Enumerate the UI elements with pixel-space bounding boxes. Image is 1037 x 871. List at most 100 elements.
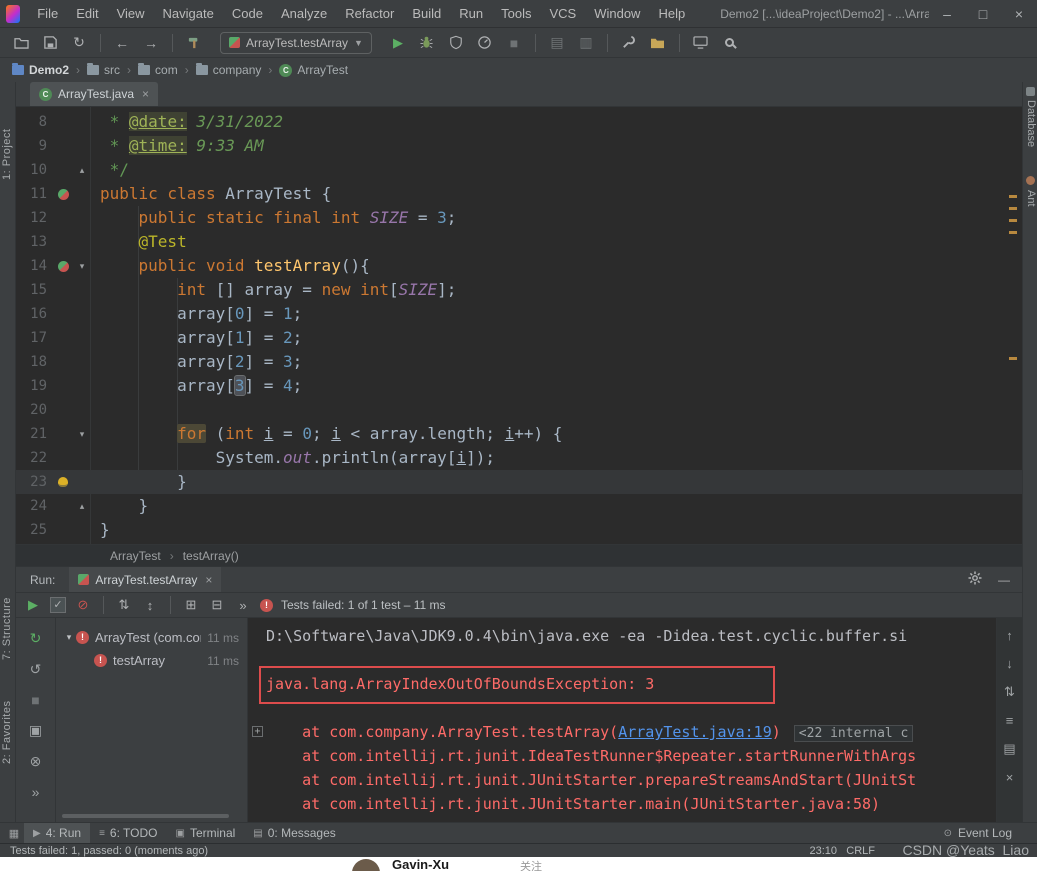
toolwindow-structure-button[interactable]: 7: Structure [1, 568, 15, 660]
horizontal-scrollbar[interactable] [62, 814, 229, 818]
test-tree-node[interactable]: ▾! ArrayTest (com.comp 11 ms [56, 626, 247, 649]
menu-navigate[interactable]: Navigate [154, 0, 223, 28]
menu-refactor[interactable]: Refactor [336, 0, 403, 28]
menu-analyze[interactable]: Analyze [272, 0, 336, 28]
sort-by-duration-icon[interactable]: ↕ [141, 598, 159, 613]
code-line[interactable]: 11 public class ArrayTest { [16, 182, 1022, 206]
intention-bulb-icon[interactable] [58, 477, 68, 487]
test-tree-node[interactable]: ! testArray 11 ms [56, 649, 247, 672]
code-line[interactable]: 22 System.out.println(array[i]); [16, 446, 1022, 470]
toolwindow-button-4-run[interactable]: ▶ 4: Run [24, 822, 91, 844]
tree-expand-arrow[interactable]: ▾ [62, 632, 76, 643]
code-line[interactable]: 17 array[1] = 2; [16, 326, 1022, 350]
more-actions-icon[interactable]: » [234, 598, 252, 613]
fold-marker[interactable]: ▴ [74, 158, 90, 182]
sort-alphabetically-icon[interactable]: ⇅ [115, 597, 133, 613]
sync-icon[interactable]: ↻ [68, 32, 90, 54]
screenshot-monitor-icon[interactable] [690, 32, 712, 54]
menu-build[interactable]: Build [403, 0, 450, 28]
debug-button[interactable] [416, 32, 438, 54]
editor-tab[interactable]: C ArrayTest.java × [30, 82, 159, 106]
prev-stacktrace-icon[interactable]: ↑ [1006, 628, 1013, 643]
line-ending-indicator[interactable]: CRLF [846, 845, 875, 857]
scroll-to-end-icon[interactable]: ≡ [1006, 713, 1014, 728]
breadcrumb-src[interactable]: src [87, 63, 120, 77]
code-line[interactable]: 20 [16, 398, 1022, 422]
stop-process-icon[interactable]: ⊘ [74, 597, 92, 613]
menu-file[interactable]: File [28, 0, 67, 28]
open-icon[interactable] [10, 32, 32, 54]
test-history-icon[interactable]: ▣ [29, 722, 42, 739]
profiler-button[interactable] [474, 32, 496, 54]
console-output[interactable]: D:\Software\Java\JDK9.0.4\bin\java.exe -… [248, 618, 996, 822]
code-line[interactable]: 9 * @time: 9:33 AM [16, 134, 1022, 158]
scrollbar-warning-mark[interactable] [1009, 207, 1017, 210]
breadcrumb-arraytest[interactable]: C ArrayTest [279, 63, 348, 77]
folded-frames-badge[interactable]: <22 internal c [793, 725, 914, 742]
toolwindow-button-0-messages[interactable]: ▤ 0: Messages [244, 823, 345, 844]
follow-link[interactable]: 关注 [520, 858, 542, 871]
toolwindow-database-button[interactable]: Database [1025, 100, 1037, 170]
attach-debugger-icon[interactable]: ▤ [546, 32, 568, 54]
more-tools-icon[interactable]: » [32, 784, 40, 800]
code-line[interactable]: 24 ▴ } [16, 494, 1022, 518]
code-line[interactable]: 25} [16, 518, 1022, 542]
code-line[interactable]: 12 public static final int SIZE = 3; [16, 206, 1022, 230]
run-test-icon[interactable] [57, 260, 69, 272]
rerun-failed-tests-icon[interactable]: ↻ [30, 630, 42, 647]
code-line[interactable]: 10 ▴ */ [16, 158, 1022, 182]
toolwindow-project-button[interactable]: 1: Project [1, 90, 15, 180]
print-console-icon[interactable]: ▤ [1003, 741, 1015, 757]
run-configuration-select[interactable]: ArrayTest.testArray ▼ [220, 31, 372, 54]
editor[interactable]: 8 * @date: 3/31/2022 9 * @time: 9:33 AM 10… [16, 107, 1022, 544]
track-running-test-toggle-icon[interactable]: ✓ [50, 597, 66, 613]
toolwindow-ant-button[interactable]: Ant [1025, 190, 1037, 226]
event-log-button[interactable]: ⊙ Event Log [935, 823, 1021, 844]
breadcrumb-com[interactable]: com [138, 63, 178, 77]
close-tab-icon[interactable]: × [205, 573, 212, 587]
scrollbar-warning-mark[interactable] [1009, 195, 1017, 198]
dump-threads-icon[interactable]: ▥ [575, 32, 597, 54]
code-line[interactable]: 14 ▾ public void testArray(){ [16, 254, 1022, 278]
rerun-icon[interactable]: ↺ [30, 661, 42, 678]
build-hammer-icon[interactable] [183, 32, 205, 54]
scrollbar-warning-mark[interactable] [1009, 357, 1017, 360]
back-icon[interactable]: ← [111, 32, 133, 54]
code-line[interactable]: 15 int [] array = new int[SIZE]; [16, 278, 1022, 302]
menu-window[interactable]: Window [585, 0, 649, 28]
code-line[interactable]: 16 array[0] = 1; [16, 302, 1022, 326]
breadcrumb-company[interactable]: company [195, 63, 261, 77]
toolwindow-button-6-todo[interactable]: ≡ 6: TODO [90, 823, 166, 844]
scrollbar-warning-mark[interactable] [1009, 219, 1017, 222]
code-line[interactable]: 18 array[2] = 3; [16, 350, 1022, 374]
clear-console-icon[interactable]: × [1006, 770, 1014, 785]
save-icon[interactable] [39, 32, 61, 54]
code-line[interactable]: 23 } [16, 470, 1022, 494]
forward-icon[interactable]: → [140, 32, 162, 54]
fold-marker[interactable]: ▾ [74, 422, 90, 446]
settings-wrench-icon[interactable] [618, 32, 640, 54]
code-line[interactable]: 21 ▾ for (int i = 0; i < array.length; i+… [16, 422, 1022, 446]
expand-all-icon[interactable]: ⊞ [182, 597, 200, 613]
menu-edit[interactable]: Edit [67, 0, 107, 28]
menu-vcs[interactable]: VCS [540, 0, 585, 28]
collapse-all-icon[interactable]: ⊟ [208, 597, 226, 613]
menu-view[interactable]: View [108, 0, 154, 28]
run-content-tab[interactable]: ArrayTest.testArray × [69, 566, 222, 593]
soft-wrap-icon[interactable]: ⇅ [1004, 684, 1015, 700]
project-structure-icon[interactable] [647, 32, 669, 54]
hide-panel-icon[interactable]: — [998, 573, 1010, 587]
menu-help[interactable]: Help [649, 0, 694, 28]
menu-code[interactable]: Code [223, 0, 272, 28]
code-line[interactable]: 19 array[3] = 4; [16, 374, 1022, 398]
menu-tools[interactable]: Tools [492, 0, 540, 28]
toolwindow-favorites-button[interactable]: 2: Favorites [1, 672, 15, 764]
next-stacktrace-icon[interactable]: ↓ [1006, 656, 1013, 671]
breadcrumb-demo2[interactable]: Demo2 [12, 63, 69, 77]
run-test-icon[interactable] [57, 188, 69, 200]
scrollbar-warning-mark[interactable] [1009, 231, 1017, 234]
search-everywhere-icon[interactable] [719, 32, 741, 54]
avatar[interactable] [352, 859, 380, 871]
code-line[interactable]: 8 * @date: 3/31/2022 [16, 110, 1022, 134]
close-tab-icon[interactable]: ⊗ [30, 753, 42, 770]
